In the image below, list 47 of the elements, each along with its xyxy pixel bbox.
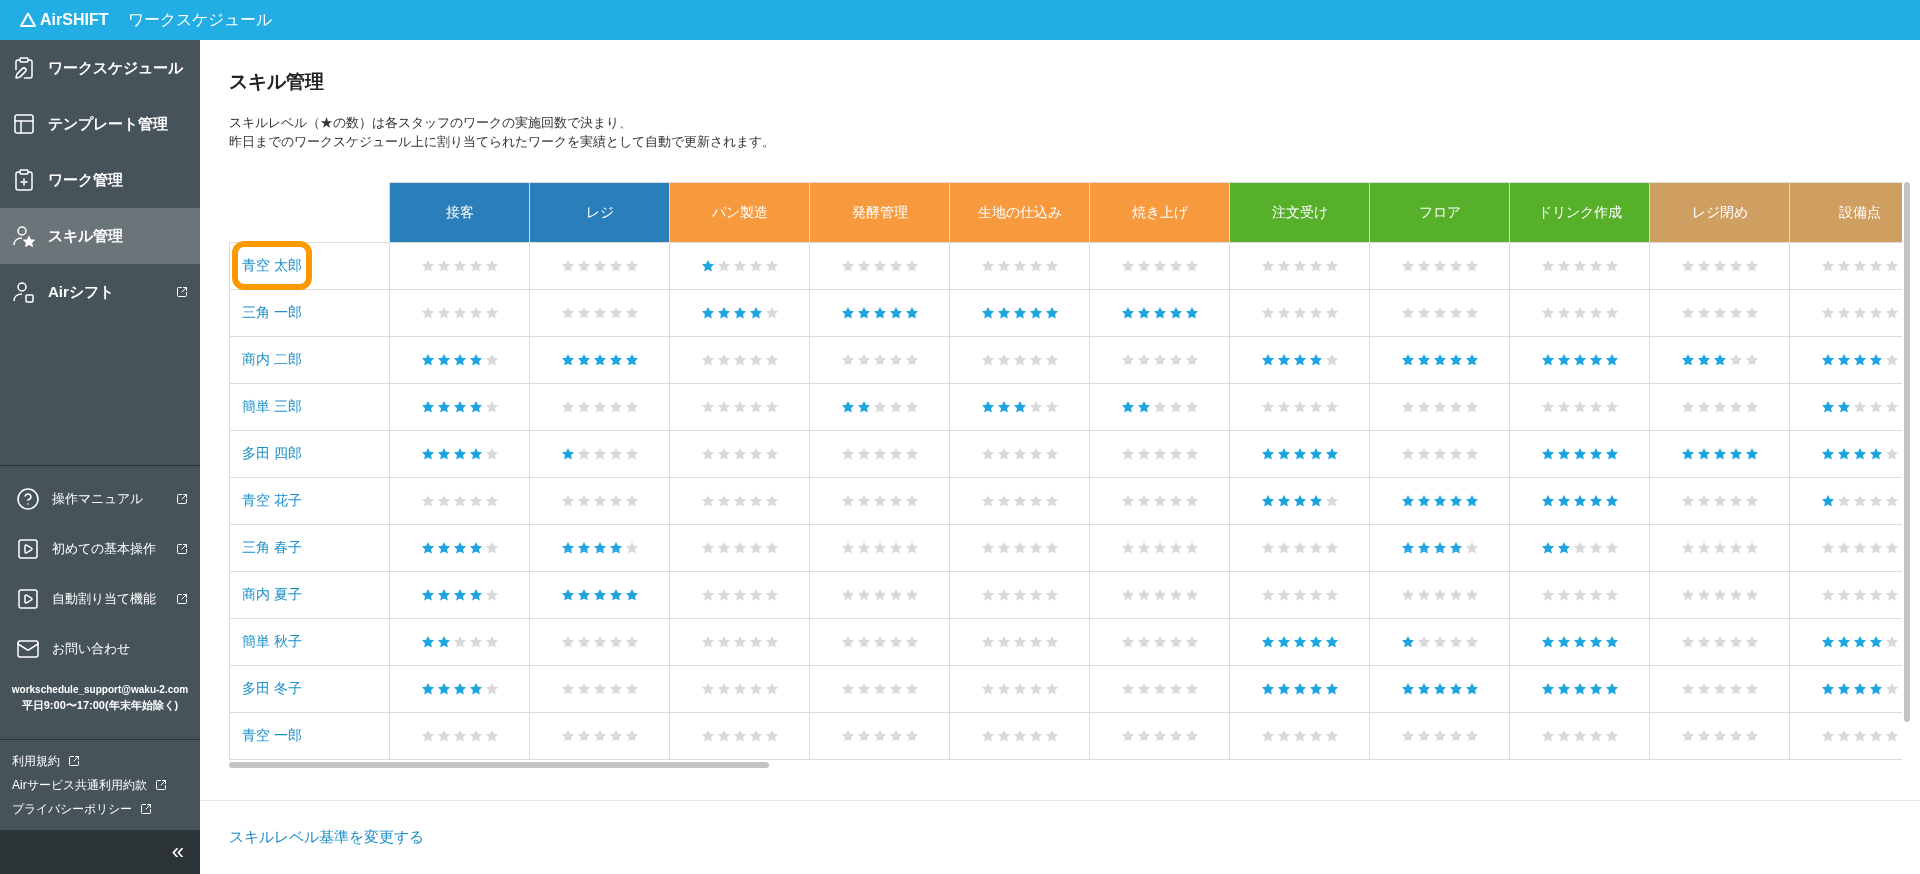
app-title: ワークスケジュール xyxy=(128,10,273,30)
user-calendar-icon xyxy=(12,280,36,304)
column-header: 注文受け xyxy=(1229,182,1370,242)
column-header: 設備点 xyxy=(1789,182,1902,242)
footer-link[interactable]: 利用規約 xyxy=(12,752,80,770)
vertical-scrollbar[interactable] xyxy=(1904,181,1910,722)
help-link[interactable]: お問い合わせ xyxy=(0,624,200,674)
description-text: 昨日までのワークスケジュール上に割り当てられたワークを実績として自動で更新されます。 xyxy=(229,132,776,151)
nav-item[interactable]: スキル管理 xyxy=(0,208,200,264)
horizontal-scrollbar[interactable] xyxy=(229,761,769,768)
nav-item[interactable]: Airシフト xyxy=(0,264,200,320)
layout-icon xyxy=(12,112,36,136)
logo-icon xyxy=(20,12,36,28)
external-link-icon xyxy=(154,779,167,791)
video-icon xyxy=(16,537,40,561)
nav-item[interactable]: ワーク管理 xyxy=(0,152,200,208)
column-header: 焼き上げ xyxy=(1089,182,1230,242)
page-title: スキル管理 xyxy=(229,70,325,94)
description-text: スキルレベル（★の数）は各スタッフのワークの実施回数で決まり、 xyxy=(229,113,633,132)
external-link-icon xyxy=(140,803,152,815)
help-link[interactable]: 操作マニュアル xyxy=(0,474,200,524)
footer-link[interactable]: プライバシーポリシー xyxy=(12,800,152,818)
contact-email: workschedule_support@waku-2.com xyxy=(10,683,190,697)
column-header: パン製造 xyxy=(669,182,810,242)
column-header: レジ閉め xyxy=(1649,182,1790,242)
column-header: レジ xyxy=(529,182,670,242)
logo-text: AirSHIFT xyxy=(40,10,109,30)
external-link-icon xyxy=(68,755,80,767)
column-header: ドリンク作成 xyxy=(1509,182,1650,242)
footer-link[interactable]: Airサービス共通利用約款 xyxy=(12,776,167,794)
nav-item[interactable]: ワークスケジュール xyxy=(0,40,200,96)
nav-item[interactable]: テンプレート管理 xyxy=(0,96,200,152)
collapse-button[interactable]: « xyxy=(171,841,184,863)
video-icon xyxy=(16,587,40,611)
help-link[interactable]: 初めての基本操作 xyxy=(0,524,200,574)
change-criteria-link[interactable]: スキルレベル基準を変更する xyxy=(229,826,424,849)
clipboard-plus-icon xyxy=(12,168,36,192)
help-link[interactable]: 自動割り当て機能 xyxy=(0,574,200,624)
contact-hours: 平日9:00〜17:00(年末年始除く) xyxy=(20,698,180,713)
column-header: フロア xyxy=(1369,182,1510,242)
column-header: 生地の仕込み xyxy=(949,182,1090,242)
mail-icon xyxy=(16,637,40,661)
clipboard-pen-icon xyxy=(12,56,36,80)
user-star-icon xyxy=(12,224,36,248)
column-header: 接客 xyxy=(389,182,530,242)
help-icon xyxy=(16,487,40,511)
column-header: 発酵管理 xyxy=(809,182,950,242)
